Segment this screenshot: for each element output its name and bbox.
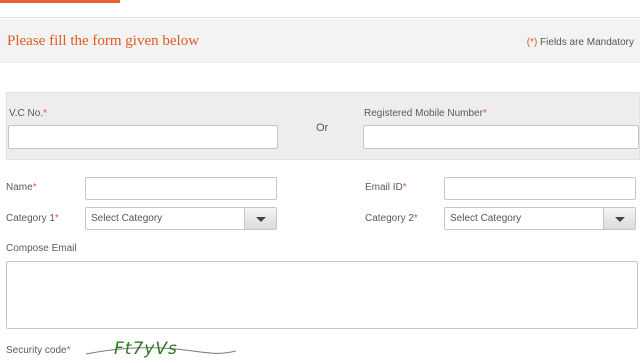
mobile-number-input[interactable]: [363, 125, 639, 149]
security-code-label-text: Security code: [6, 345, 67, 356]
chevron-down-icon: [615, 217, 625, 222]
form-title: Please fill the form given below: [7, 33, 200, 49]
category2-select[interactable]: Select Category: [444, 207, 636, 230]
captcha-image: Ft7yVs: [85, 339, 237, 360]
name-input[interactable]: [85, 177, 277, 200]
captcha-text: Ft7yVs: [114, 339, 178, 359]
category1-select[interactable]: Select Category: [85, 207, 277, 230]
vc-number-label-text: V.C No.: [9, 108, 44, 119]
category1-selected-value: Select Category: [91, 213, 163, 224]
identification-panel: V.C No.* Or Registered Mobile Number*: [6, 92, 640, 160]
email-label-text: Email ID: [365, 182, 403, 193]
email-input[interactable]: [444, 177, 636, 200]
category1-label: Category 1*: [6, 213, 59, 224]
mobile-number-label: Registered Mobile Number*: [364, 108, 487, 119]
category1-label-text: Category 1: [6, 213, 55, 224]
vc-number-label: V.C No.*: [9, 108, 47, 119]
form-header: Please fill the form given below (*) Fie…: [0, 19, 640, 63]
required-mark: *: [32, 182, 37, 193]
compose-email-textarea[interactable]: [6, 261, 638, 329]
required-mark: *: [54, 213, 59, 224]
active-tab-indicator: [0, 0, 120, 3]
category2-label-text: Category 2: [365, 213, 414, 224]
required-mark: *: [413, 213, 418, 224]
category2-dropdown-button[interactable]: [603, 208, 635, 229]
security-code-label: Security code*: [6, 345, 71, 356]
category2-label: Category 2*: [365, 213, 418, 224]
or-separator: Or: [316, 122, 329, 134]
required-mark: *: [402, 182, 407, 193]
top-strip: [0, 0, 640, 18]
mandatory-note: (*) Fields are Mandatory: [527, 37, 634, 48]
chevron-down-icon: [256, 217, 266, 222]
mandatory-star: (*): [526, 37, 538, 48]
required-mark: *: [482, 108, 487, 119]
compose-email-label: Compose Email: [6, 243, 77, 254]
vc-number-input[interactable]: [8, 125, 278, 149]
name-label: Name*: [6, 182, 37, 193]
mobile-number-label-text: Registered Mobile Number: [364, 108, 483, 119]
category1-dropdown-button[interactable]: [244, 208, 276, 229]
mandatory-text: Fields are Mandatory: [537, 37, 634, 48]
name-label-text: Name: [6, 182, 33, 193]
email-label: Email ID*: [365, 182, 407, 193]
required-mark: *: [66, 345, 71, 356]
required-mark: *: [43, 108, 47, 119]
category2-selected-value: Select Category: [450, 213, 522, 224]
